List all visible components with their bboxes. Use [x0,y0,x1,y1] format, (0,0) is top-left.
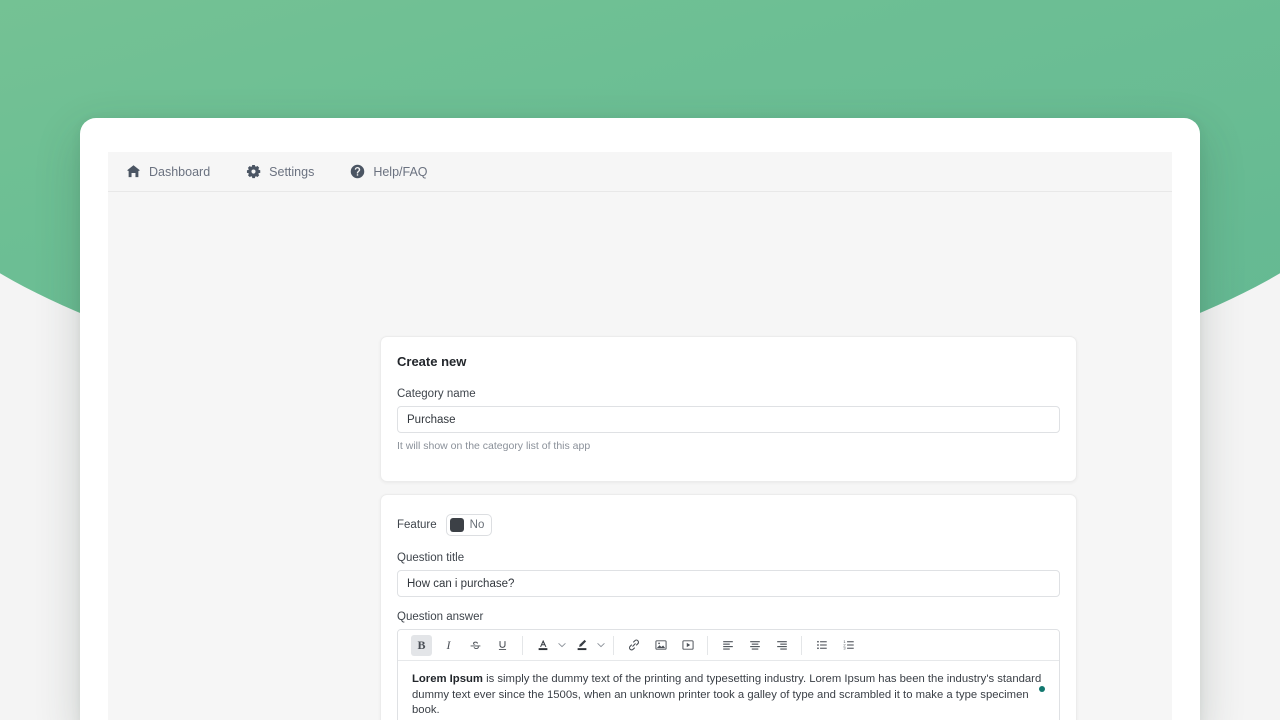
editor-bold-text: Lorem Ipsum [412,673,483,685]
editor-body-text: is simply the dummy text of the printing… [412,673,1041,716]
nav-item-help-faq-label: Help/FAQ [373,165,427,179]
video-icon[interactable] [677,635,698,656]
editor-content-area[interactable]: Lorem Ipsum is simply the dummy text of … [398,661,1059,720]
page-title: Create new [381,337,1076,369]
question-answer-field-group: Question answer [381,611,1076,623]
help-circle-icon [350,164,365,179]
question-answer-label: Question answer [397,611,1060,623]
underline-icon[interactable] [492,635,513,656]
numbered-list-icon[interactable]: 123 [838,635,859,656]
align-left-icon[interactable] [717,635,738,656]
editor-toolbar: B I [398,630,1059,661]
question-title-input[interactable] [397,570,1060,597]
bulleted-list-icon[interactable] [811,635,832,656]
toolbar-group-alignment [708,630,801,660]
feature-toggle[interactable]: No [446,514,493,536]
rich-text-editor: B I [397,629,1060,720]
top-navigation-bar: Dashboard Settings Help/FAQ [108,152,1172,192]
feature-toggle-row: Feature No [381,495,1076,536]
highlight-color-chevron-down-icon[interactable] [595,641,606,649]
toolbar-group-lists: 123 [802,630,868,660]
nav-item-dashboard-label: Dashboard [149,165,210,179]
home-icon [126,164,141,179]
feature-label: Feature [397,519,437,531]
gear-icon [246,164,261,179]
question-title-field-group: Question title [381,552,1076,597]
svg-text:3: 3 [843,646,846,651]
image-icon[interactable] [650,635,671,656]
category-name-label: Category name [397,388,1060,400]
screenshot-stage: Dashboard Settings Help/FAQ Create new [0,0,1280,720]
bold-icon[interactable]: B [411,635,432,656]
feature-toggle-value: No [470,519,485,531]
italic-icon[interactable]: I [438,635,459,656]
align-center-icon[interactable] [744,635,765,656]
question-card: Feature No Question title Question answe… [380,494,1077,720]
nav-item-help-faq[interactable]: Help/FAQ [350,164,427,179]
text-color-icon[interactable] [532,635,553,656]
toolbar-group-text-style: B I [402,630,522,660]
strikethrough-icon[interactable] [465,635,486,656]
highlight-color-icon[interactable] [571,635,592,656]
toggle-knob-icon [450,518,464,532]
link-icon[interactable] [623,635,644,656]
nav-item-settings-label: Settings [269,165,314,179]
category-name-field-group: Category name It will show on the catego… [381,388,1076,452]
editor-paragraph: Lorem Ipsum is simply the dummy text of … [412,672,1045,719]
browser-window: Dashboard Settings Help/FAQ Create new [80,118,1200,720]
toolbar-group-insert [614,630,707,660]
nav-item-dashboard[interactable]: Dashboard [126,164,210,179]
question-title-label: Question title [397,552,1060,564]
page-content-area: Create new Category name It will show on… [108,192,1172,720]
align-right-icon[interactable] [771,635,792,656]
toolbar-group-colors [523,630,613,660]
category-name-help-text: It will show on the category list of thi… [397,440,1060,452]
category-name-input[interactable] [397,406,1060,433]
nav-item-settings[interactable]: Settings [246,164,314,179]
create-new-card: Create new Category name It will show on… [380,336,1077,482]
text-color-chevron-down-icon[interactable] [556,641,567,649]
teal-status-dot-icon [1039,686,1045,692]
